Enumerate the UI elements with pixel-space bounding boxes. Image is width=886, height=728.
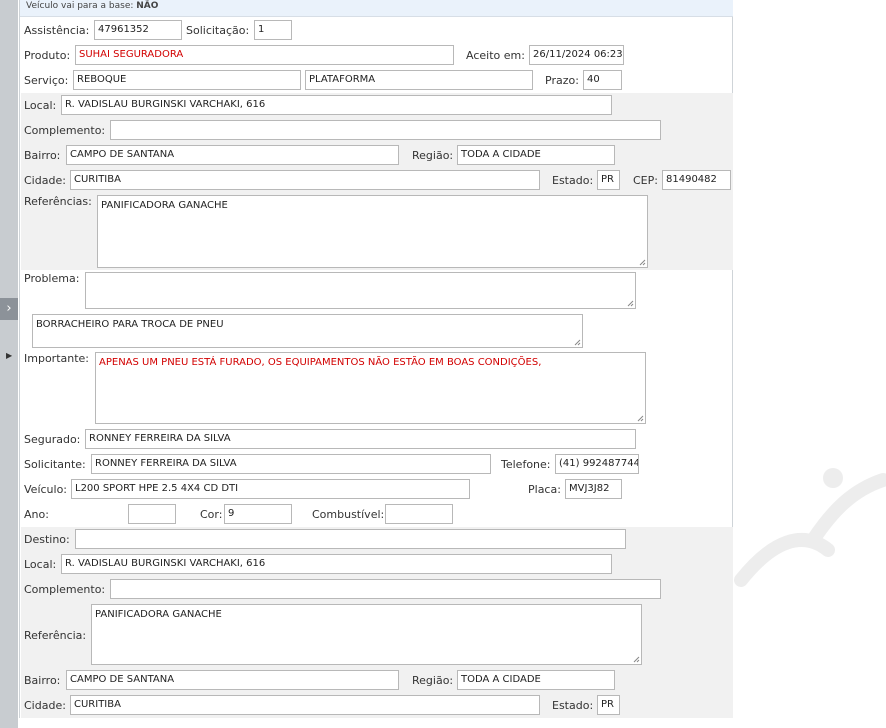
cep-field[interactable]: 81490482	[662, 170, 731, 190]
referencias-label: Referências:	[24, 195, 92, 208]
destino-field[interactable]	[75, 529, 626, 549]
complemento-label: Complemento:	[24, 124, 106, 137]
problema-textarea[interactable]	[85, 272, 636, 309]
triangle-right-icon[interactable]: ▶	[6, 351, 12, 360]
regiao-field[interactable]: TODA A CIDADE	[457, 145, 615, 165]
veiculo-label: Veículo:	[24, 483, 68, 496]
estado-field[interactable]: PR	[597, 170, 620, 190]
vehicle-base-label: Veículo vai para a base:	[26, 1, 134, 11]
destino-local-field[interactable]: R. VADISLAU BURGINSKI VARCHAKI, 616	[61, 554, 612, 574]
problema-detalhe-textarea[interactable]: BORRACHEIRO PARA TROCA DE PNEU	[32, 314, 583, 348]
destino-estado-field[interactable]: PR	[597, 695, 620, 715]
resize-grip-icon[interactable]	[633, 656, 640, 663]
destino-estado-label: Estado:	[552, 699, 594, 712]
left-sidebar-strip	[0, 0, 18, 728]
bairro-label: Bairro:	[24, 149, 61, 162]
combustivel-field[interactable]	[385, 504, 453, 524]
resize-grip-icon[interactable]	[574, 339, 581, 346]
servico-field[interactable]: REBOQUE	[73, 70, 301, 90]
resize-grip-icon[interactable]	[639, 259, 646, 266]
destino-label: Destino:	[24, 533, 70, 546]
destino-referencia-text: PANIFICADORA GANACHE	[95, 609, 222, 620]
aceito-label: Aceito em:	[466, 49, 525, 62]
destino-cidade-label: Cidade:	[24, 699, 66, 712]
problema-detalhe-text: BORRACHEIRO PARA TROCA DE PNEU	[36, 319, 224, 330]
segurado-field[interactable]: RONNEY FERREIRA DA SILVA	[85, 429, 636, 449]
solicitacao-label: Solicitação:	[186, 24, 250, 37]
cep-label: CEP:	[633, 174, 658, 187]
telefone-field[interactable]: (41) 992487744	[555, 454, 639, 474]
aceito-field[interactable]: 26/11/2024 06:23	[529, 45, 624, 65]
vehicle-base-bar: Veículo vai para a base: NÃO	[20, 0, 733, 17]
solicitante-label: Solicitante:	[24, 458, 86, 471]
estado-label: Estado:	[552, 174, 594, 187]
local-field[interactable]: R. VADISLAU BURGINSKI VARCHAKI, 616	[61, 95, 612, 115]
importante-label: Importante:	[24, 352, 90, 365]
assistencia-label: Assistência:	[24, 24, 90, 37]
problema-label: Problema:	[24, 272, 80, 285]
solicitacao-field[interactable]: 1	[254, 20, 292, 40]
importante-text: APENAS UM PNEU ESTÁ FURADO, OS EQUIPAMEN…	[99, 357, 542, 368]
resize-grip-icon[interactable]	[637, 415, 644, 422]
prazo-label: Prazo:	[545, 74, 579, 87]
destino-complemento-label: Complemento:	[24, 583, 106, 596]
complemento-field[interactable]	[110, 120, 661, 140]
veiculo-field[interactable]: L200 SPORT HPE 2.5 4X4 CD DTI	[71, 479, 470, 499]
local-label: Local:	[24, 99, 57, 112]
chevron-right-icon: ›	[6, 301, 12, 316]
expand-panel-button[interactable]: ›	[0, 298, 18, 320]
prazo-field[interactable]: 40	[583, 70, 622, 90]
destino-referencia-textarea[interactable]: PANIFICADORA GANACHE	[91, 604, 642, 665]
destino-complemento-field[interactable]	[110, 579, 661, 599]
placa-label: Placa:	[528, 483, 561, 496]
servico-label: Serviço:	[24, 74, 69, 87]
referencias-text: PANIFICADORA GANACHE	[101, 200, 228, 211]
cor-label: Cor:	[200, 508, 223, 521]
watermark-logo	[734, 468, 886, 587]
referencias-textarea[interactable]: PANIFICADORA GANACHE	[97, 195, 648, 268]
resize-grip-icon[interactable]	[627, 300, 634, 307]
combustivel-label: Combustível:	[312, 508, 385, 521]
ano-field[interactable]	[128, 504, 176, 524]
produto-field[interactable]: SUHAI SEGURADORA	[75, 45, 454, 65]
servico-tipo-field[interactable]: PLATAFORMA	[305, 70, 533, 90]
cidade-label: Cidade:	[24, 174, 66, 187]
bairro-field[interactable]: CAMPO DE SANTANA	[66, 145, 399, 165]
regiao-label: Região:	[412, 149, 454, 162]
background-area	[733, 0, 886, 728]
destino-cidade-field[interactable]: CURITIBA	[70, 695, 540, 715]
destino-regiao-label: Região:	[412, 674, 454, 687]
destino-regiao-field[interactable]: TODA A CIDADE	[457, 670, 615, 690]
telefone-label: Telefone:	[501, 458, 551, 471]
destino-local-label: Local:	[24, 558, 57, 571]
destino-bairro-field[interactable]: CAMPO DE SANTANA	[66, 670, 399, 690]
placa-field[interactable]: MVJ3J82	[565, 479, 622, 499]
solicitante-field[interactable]: RONNEY FERREIRA DA SILVA	[91, 454, 491, 474]
importante-textarea[interactable]: APENAS UM PNEU ESTÁ FURADO, OS EQUIPAMEN…	[95, 352, 646, 424]
produto-label: Produto:	[24, 49, 71, 62]
segurado-label: Segurado:	[24, 433, 81, 446]
service-details-panel: Veículo vai para a base: NÃO Assistência…	[19, 0, 733, 718]
cor-field[interactable]: 9	[224, 504, 292, 524]
assistencia-field[interactable]: 47961352	[94, 20, 182, 40]
cidade-field[interactable]: CURITIBA	[70, 170, 540, 190]
ano-label: Ano:	[24, 508, 49, 521]
destino-referencia-label: Referência:	[24, 629, 87, 642]
destino-bairro-label: Bairro:	[24, 674, 61, 687]
vehicle-base-value: NÃO	[136, 1, 159, 11]
